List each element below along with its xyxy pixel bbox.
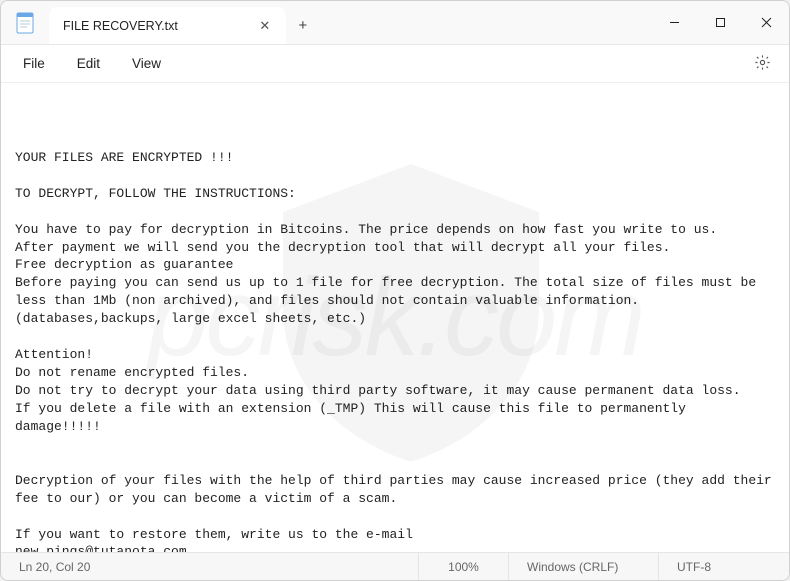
close-window-button[interactable] <box>743 1 789 44</box>
tab-close-button[interactable]: ✕ <box>258 19 272 33</box>
minimize-button[interactable] <box>651 1 697 44</box>
maximize-button[interactable] <box>697 1 743 44</box>
menu-file[interactable]: File <box>13 50 59 77</box>
notepad-window: FILE RECOVERY.txt ✕ + File Edit View <box>0 0 790 581</box>
titlebar: FILE RECOVERY.txt ✕ + <box>1 1 789 45</box>
new-tab-button[interactable]: + <box>286 7 320 44</box>
settings-button[interactable] <box>747 49 777 79</box>
menu-view[interactable]: View <box>118 50 175 77</box>
editor-content: YOUR FILES ARE ENCRYPTED !!! TO DECRYPT,… <box>15 149 775 552</box>
titlebar-spacer <box>320 1 651 44</box>
window-controls <box>651 1 789 44</box>
menubar: File Edit View <box>1 45 789 83</box>
tab-label: FILE RECOVERY.txt <box>63 19 178 33</box>
status-encoding[interactable]: UTF-8 <box>659 553 789 580</box>
text-editor[interactable]: YOUR FILES ARE ENCRYPTED !!! TO DECRYPT,… <box>1 83 789 552</box>
menu-edit[interactable]: Edit <box>63 50 114 77</box>
status-zoom[interactable]: 100% <box>419 553 509 580</box>
notepad-icon <box>16 12 34 34</box>
status-eol[interactable]: Windows (CRLF) <box>509 553 659 580</box>
status-position[interactable]: Ln 20, Col 20 <box>1 553 419 580</box>
status-bar: Ln 20, Col 20 100% Windows (CRLF) UTF-8 <box>1 552 789 580</box>
gear-icon <box>754 54 771 74</box>
tab-file-recovery[interactable]: FILE RECOVERY.txt ✕ <box>49 7 286 44</box>
app-icon-wrap <box>1 1 49 44</box>
